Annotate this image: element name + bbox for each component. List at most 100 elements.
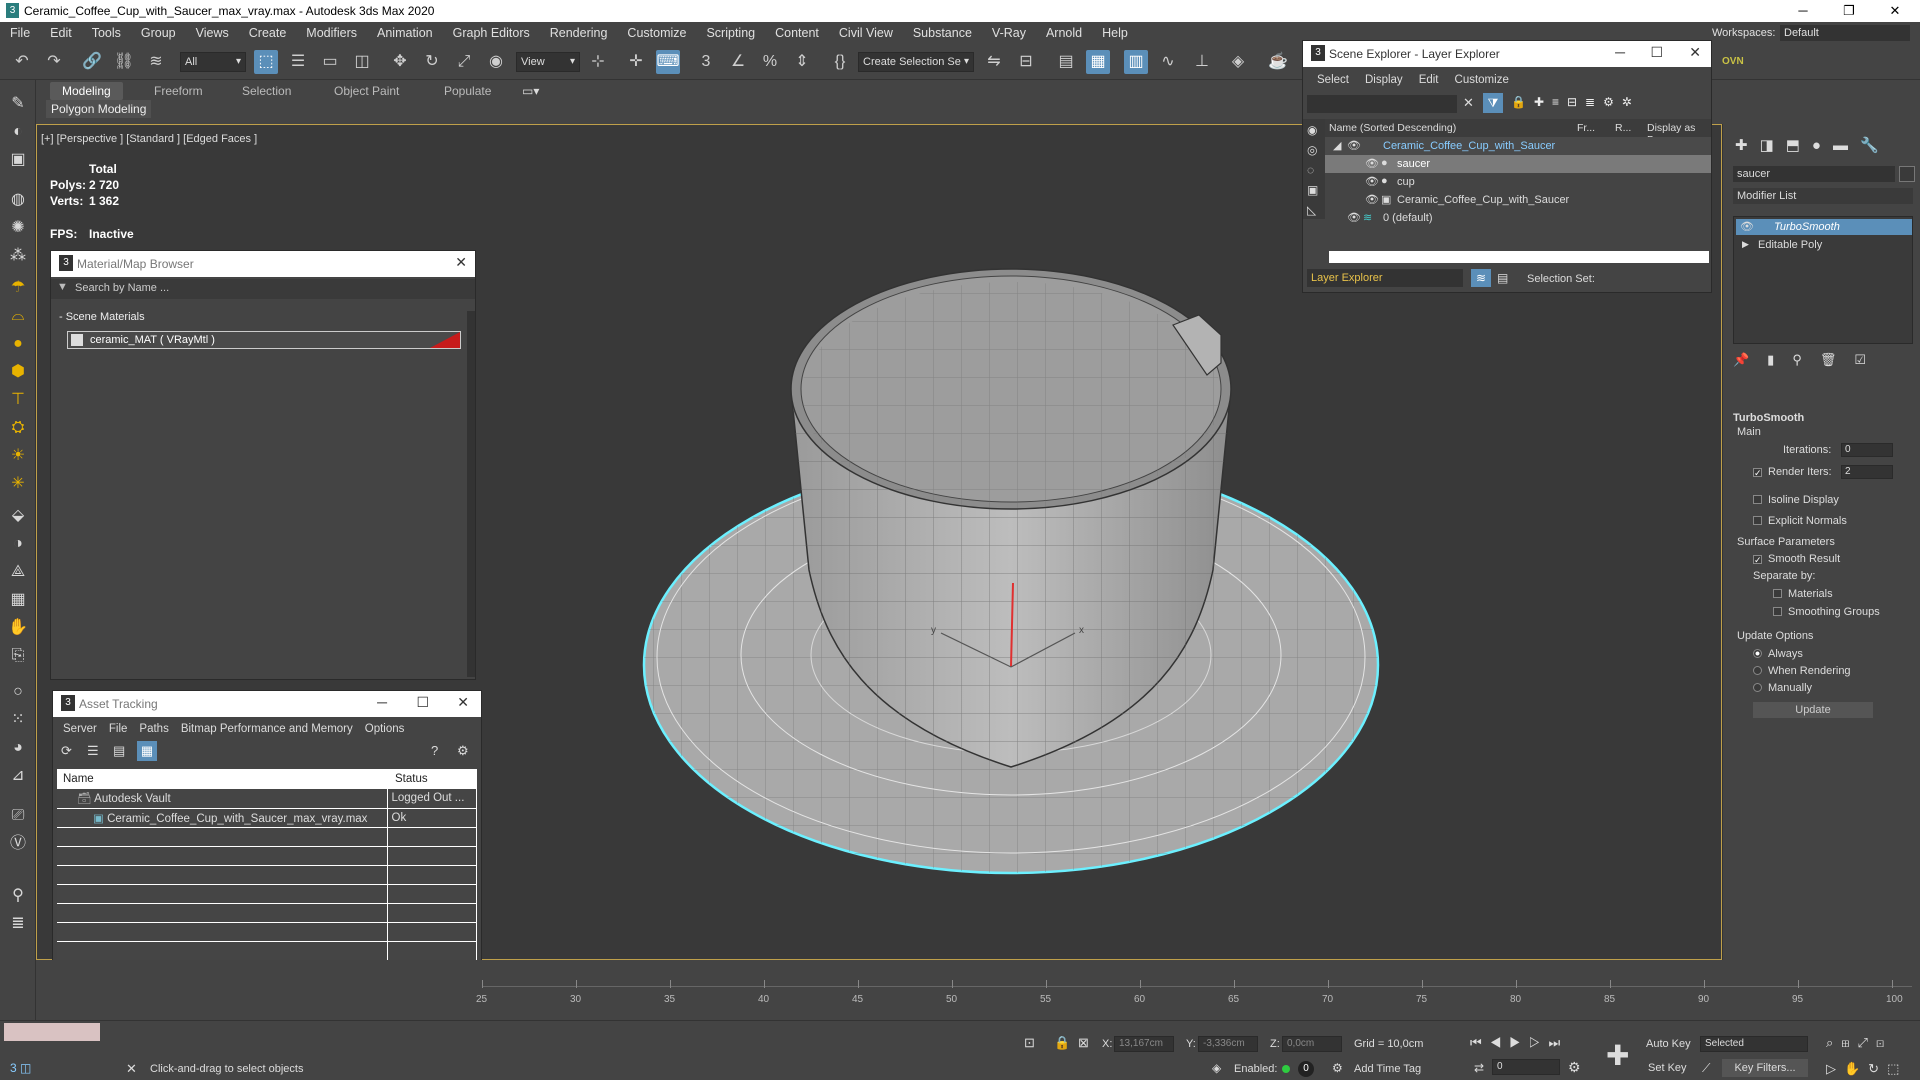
object-name-field[interactable]: saucer: [1733, 166, 1895, 182]
scene-close-icon[interactable]: ✕: [1689, 44, 1701, 61]
eye-icon[interactable]: 👁: [1365, 157, 1379, 170]
explicit-normals-row[interactable]: Explicit Normals: [1753, 515, 1847, 527]
rollout-turbosmooth[interactable]: TurboSmooth: [1733, 412, 1804, 424]
maxscript-listener[interactable]: [4, 1023, 100, 1041]
toggle-ribbon-icon[interactable]: ▥: [1124, 50, 1148, 74]
menu-animation[interactable]: Animation: [367, 22, 443, 44]
material-search-input[interactable]: Search by Name ...: [75, 282, 169, 294]
particles-icon[interactable]: ⁂: [6, 244, 30, 268]
scene-minimize-icon[interactable]: ─: [1615, 44, 1625, 60]
asset-tracking-header[interactable]: 3 Asset Tracking ─ ☐ ✕: [53, 691, 481, 717]
geosphere-icon[interactable]: ⬢: [6, 360, 30, 384]
table-view-icon[interactable]: ▤: [113, 743, 125, 759]
mirror-icon[interactable]: ⇋: [982, 50, 1006, 74]
settings-icon[interactable]: ⚙: [457, 743, 469, 759]
sun-icon[interactable]: ☀: [6, 444, 30, 468]
snaps-toggle-icon[interactable]: 3: [694, 50, 718, 74]
list-view-icon[interactable]: ☰: [87, 743, 99, 759]
isoline-row[interactable]: Isoline Display: [1753, 494, 1839, 506]
tab-modeling[interactable]: Modeling: [50, 82, 123, 100]
menu-customize[interactable]: Customize: [617, 22, 696, 44]
set-key-big-icon[interactable]: ✚: [1606, 1039, 1629, 1072]
menu-modifiers[interactable]: Modifiers: [296, 22, 367, 44]
when-rendering-radio[interactable]: [1753, 666, 1762, 675]
explicit-normals-checkbox[interactable]: [1753, 516, 1762, 525]
select-by-name-icon[interactable]: ☰: [286, 50, 310, 74]
select-manipulate-icon[interactable]: ✛: [624, 50, 648, 74]
manually-row[interactable]: Manually: [1753, 682, 1812, 694]
material-item[interactable]: ceramic_MAT ( VRayMtl ): [67, 331, 461, 349]
unlink-icon[interactable]: ⛓: [112, 50, 136, 74]
menu-content[interactable]: Content: [765, 22, 829, 44]
timeline[interactable]: 25 30 35 40 45 50 55 60 65 70 75 80 85 90 95 100: [36, 960, 1920, 1020]
poly-icon[interactable]: ◑: [6, 532, 30, 556]
viewport-nav-row1[interactable]: ⌕⊞⤢⊡: [1826, 1035, 1892, 1051]
torus-icon[interactable]: ⊤: [6, 388, 30, 412]
tab-object-paint[interactable]: Object Paint: [322, 82, 411, 100]
cap-icon[interactable]: ⌓: [6, 304, 30, 328]
asset-menu-options[interactable]: Options: [359, 723, 411, 735]
tab-populate[interactable]: Populate: [432, 82, 503, 100]
help-icon[interactable]: ?: [431, 743, 438, 758]
helper-filter-icon[interactable]: ◺: [1307, 203, 1316, 217]
materials-row[interactable]: Materials: [1773, 588, 1833, 600]
stack-item-turbosmooth[interactable]: 👁 TurboSmooth: [1736, 219, 1912, 235]
render-iters-checkbox[interactable]: [1753, 468, 1762, 477]
command-panel-tabs[interactable]: ✚◨⬒●▬🔧: [1735, 136, 1911, 156]
eye-icon[interactable]: 👁: [1347, 211, 1361, 224]
camera-filter-icon[interactable]: ▣: [1307, 183, 1318, 197]
curve-editor-icon[interactable]: ∿: [1156, 50, 1180, 74]
auto-key-button[interactable]: Auto Key: [1646, 1038, 1691, 1050]
col-freeze[interactable]: Fr...: [1577, 122, 1595, 134]
render-icon[interactable]: ⎚: [6, 804, 30, 828]
add-time-tag-label[interactable]: Add Time Tag: [1354, 1063, 1421, 1075]
list-icon[interactable]: ≣: [6, 912, 30, 936]
scene-menu-edit[interactable]: Edit: [1411, 74, 1447, 86]
playback-controls[interactable]: ⏮◀▶▷⏭: [1470, 1035, 1568, 1051]
menu-graph-editors[interactable]: Graph Editors: [443, 22, 540, 44]
chevron-down-icon[interactable]: ▼: [57, 281, 68, 293]
workspaces-dropdown[interactable]: Default: [1780, 25, 1910, 41]
hierarchy-icon[interactable]: ⊿: [6, 764, 30, 788]
explorer-type-dropdown[interactable]: Layer Explorer: [1307, 269, 1463, 287]
tab-selection[interactable]: Selection: [230, 82, 303, 100]
material-browser-close-icon[interactable]: ✕: [455, 254, 467, 271]
material-sphere-icon[interactable]: ○: [6, 680, 30, 704]
percent-snap-icon[interactable]: %: [758, 50, 782, 74]
expand-icon[interactable]: ▶: [1742, 239, 1749, 250]
scene-menu-customize[interactable]: Customize: [1447, 74, 1517, 86]
material-browser-header[interactable]: 3 Material/Map Browser ✕: [51, 251, 475, 277]
named-selection-dropdown[interactable]: Create Selection Se: [858, 52, 974, 72]
tab-freeform[interactable]: Freeform: [142, 82, 215, 100]
move-icon[interactable]: ✥: [388, 50, 412, 74]
menu-help[interactable]: Help: [1092, 22, 1138, 44]
spinner-snap-icon[interactable]: ⇕: [790, 50, 814, 74]
lock-icon[interactable]: 🔒: [1054, 1035, 1070, 1051]
key-filters-button[interactable]: Key Filters...: [1722, 1059, 1808, 1077]
bind-spacewarp-icon[interactable]: ≋: [144, 50, 168, 74]
teapot-icon[interactable]: ◕: [6, 736, 30, 760]
walk-icon[interactable]: ⚲: [6, 884, 30, 908]
menu-edit[interactable]: Edit: [40, 22, 82, 44]
menu-rendering[interactable]: Rendering: [540, 22, 618, 44]
stack-tools[interactable]: 📌▮⚲🗑☑: [1733, 352, 1913, 370]
vray-icon[interactable]: Ⓥ: [6, 832, 30, 856]
time-config-icon[interactable]: ⚙: [1568, 1059, 1581, 1076]
scene-toolbar-icons[interactable]: 🔒✚≡⊟≣⚙✲: [1511, 95, 1640, 109]
current-frame-field[interactable]: 0: [1492, 1059, 1560, 1075]
asset-menu-file[interactable]: File: [103, 723, 134, 735]
key-mode-icon[interactable]: ⇄: [1474, 1061, 1484, 1075]
set-key-button[interactable]: Set Key: [1648, 1062, 1687, 1074]
layers-toggle-icon[interactable]: ≋: [1471, 269, 1491, 287]
time-tag-icon[interactable]: ⚙: [1332, 1061, 1343, 1075]
grid-view-icon[interactable]: ▦: [137, 741, 157, 761]
asset-close-icon[interactable]: ✕: [457, 694, 469, 711]
scene-search-input[interactable]: [1307, 95, 1457, 113]
manually-radio[interactable]: [1753, 683, 1762, 692]
skylight-icon[interactable]: ⛭: [6, 416, 30, 440]
omni-icon[interactable]: ✳: [6, 472, 30, 496]
table-row[interactable]: 🗃 Autodesk Vault Logged Out ...: [57, 789, 477, 809]
col-name[interactable]: Name: [63, 773, 94, 785]
asset-menu-paths[interactable]: Paths: [133, 723, 174, 735]
group-icon[interactable]: ⁙: [6, 708, 30, 732]
